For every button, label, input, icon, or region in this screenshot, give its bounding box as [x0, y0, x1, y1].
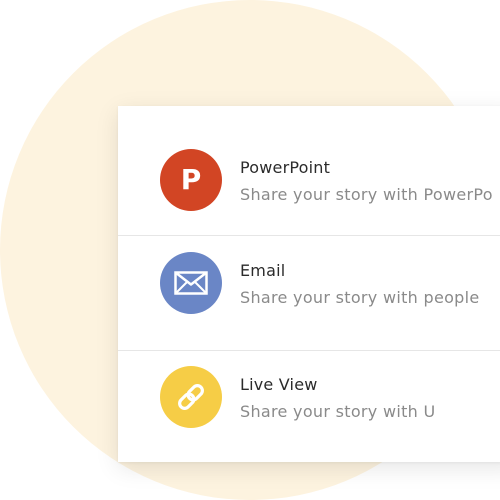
share-option-title: PowerPoint	[240, 158, 331, 177]
envelope-icon	[160, 252, 222, 314]
share-option-title: Live View	[240, 375, 318, 394]
share-option-subtitle: Share your story with PowerPo	[240, 185, 493, 204]
share-option-powerpoint[interactable]: P PowerPoint Share your story with Power…	[118, 106, 500, 220]
share-option-live-view[interactable]: Live View Share your story with U	[118, 336, 500, 450]
share-options-card: P PowerPoint Share your story with Power…	[118, 106, 500, 462]
powerpoint-icon: P	[160, 149, 222, 211]
share-option-subtitle: Share your story with people	[240, 288, 480, 307]
powerpoint-icon-letter: P	[180, 163, 202, 196]
share-option-subtitle: Share your story with U	[240, 402, 436, 421]
share-option-email[interactable]: Email Share your story with people	[118, 221, 500, 335]
share-panel-stage: P PowerPoint Share your story with Power…	[0, 0, 500, 500]
share-option-title: Email	[240, 261, 286, 280]
link-icon	[160, 366, 222, 428]
